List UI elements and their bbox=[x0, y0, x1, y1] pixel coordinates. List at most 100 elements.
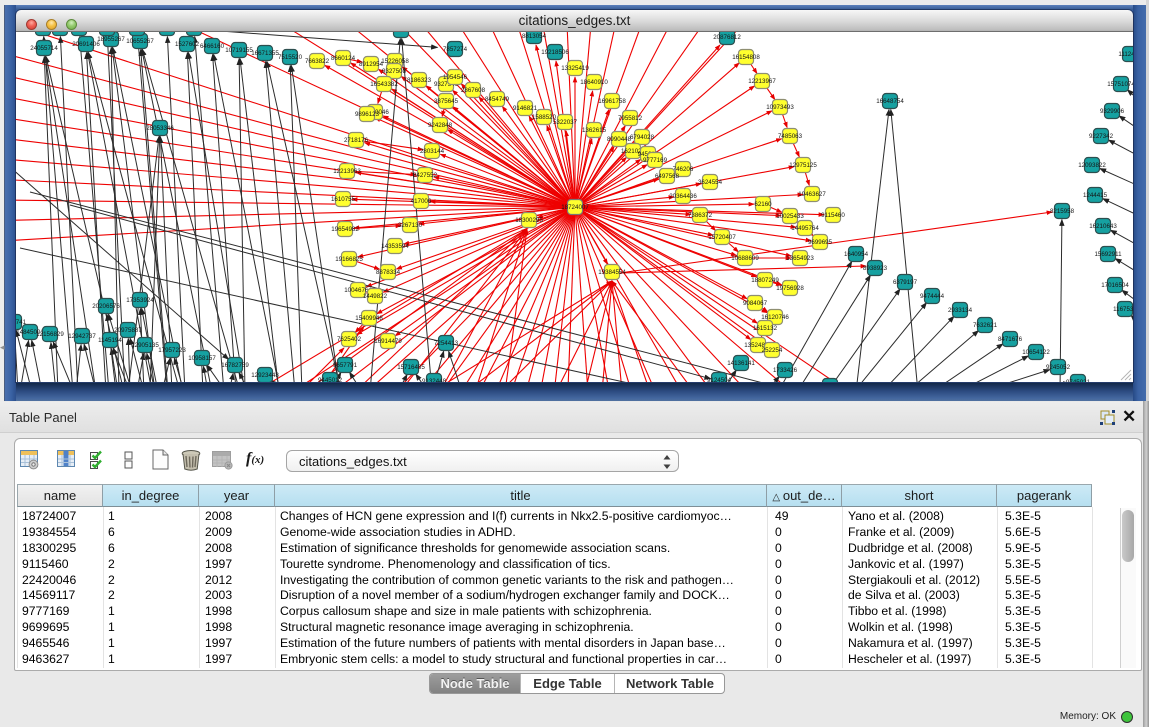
svg-text:16053809: 16053809 bbox=[387, 32, 415, 34]
svg-text:12093822: 12093822 bbox=[1078, 162, 1106, 169]
svg-text:16671355: 16671355 bbox=[251, 50, 279, 57]
svg-text:9245052: 9245052 bbox=[1046, 364, 1071, 371]
svg-text:2803144: 2803144 bbox=[420, 148, 445, 155]
svg-text:9327508: 9327508 bbox=[382, 68, 407, 75]
svg-text:1112453: 1112453 bbox=[1118, 51, 1133, 58]
svg-text:10719155: 10719155 bbox=[225, 47, 253, 54]
svg-text:9657791: 9657791 bbox=[333, 362, 358, 369]
svg-text:1733426: 1733426 bbox=[773, 367, 798, 374]
svg-text:18955267: 18955267 bbox=[97, 36, 125, 43]
svg-text:1615132: 1615132 bbox=[753, 325, 778, 332]
svg-text:8454749: 8454749 bbox=[485, 96, 510, 103]
svg-text:18807249: 18807249 bbox=[751, 277, 779, 284]
svg-text:10654122: 10654122 bbox=[1022, 349, 1050, 356]
svg-text:16210643: 16210643 bbox=[1089, 223, 1117, 230]
svg-text:8215958: 8215958 bbox=[1050, 208, 1075, 215]
svg-text:9242848: 9242848 bbox=[428, 122, 453, 129]
svg-text:7485063: 7485063 bbox=[778, 133, 803, 140]
svg-text:8427552: 8427552 bbox=[413, 172, 438, 179]
svg-text:14353594: 14353594 bbox=[381, 243, 409, 250]
svg-text:9132448: 9132448 bbox=[422, 378, 447, 382]
svg-text:62160: 62160 bbox=[754, 201, 772, 208]
svg-text:7857274: 7857274 bbox=[443, 46, 468, 53]
svg-text:1362615: 1362615 bbox=[582, 127, 607, 134]
svg-text:18300295: 18300295 bbox=[515, 217, 543, 224]
svg-text:6379197: 6379197 bbox=[893, 279, 918, 286]
svg-text:20206576: 20206576 bbox=[92, 303, 120, 310]
svg-text:19463627: 19463627 bbox=[798, 191, 826, 198]
svg-text:14136141: 14136141 bbox=[727, 360, 755, 367]
svg-text:15720407: 15720407 bbox=[708, 234, 736, 241]
svg-text:18724007: 18724007 bbox=[561, 204, 589, 211]
svg-text:15716485: 15716485 bbox=[397, 364, 425, 371]
svg-text:19756928: 19756928 bbox=[776, 285, 804, 292]
svg-text:12213963: 12213963 bbox=[333, 168, 361, 175]
svg-text:9896123: 9896123 bbox=[355, 111, 380, 118]
svg-text:18640910: 18640910 bbox=[580, 79, 608, 86]
svg-text:1145194: 1145194 bbox=[98, 337, 122, 344]
svg-text:1244415: 1244415 bbox=[1083, 192, 1108, 199]
svg-text:16648754: 16648754 bbox=[876, 98, 904, 105]
svg-text:6466160: 6466160 bbox=[200, 43, 225, 50]
svg-text:14495764: 14495764 bbox=[791, 225, 819, 232]
svg-text:9329906: 9329906 bbox=[1100, 108, 1125, 115]
svg-text:2867608: 2867608 bbox=[461, 87, 486, 94]
svg-text:8878334: 8878334 bbox=[376, 269, 401, 276]
svg-text:28053346: 28053346 bbox=[146, 125, 174, 132]
svg-text:10655267: 10655267 bbox=[126, 38, 154, 45]
svg-text:1167534: 1167534 bbox=[1113, 306, 1133, 313]
svg-text:20975887: 20975887 bbox=[114, 327, 142, 334]
svg-text:1449822: 1449822 bbox=[363, 293, 388, 300]
svg-text:7955812: 7955812 bbox=[618, 115, 643, 122]
svg-text:7515520: 7515520 bbox=[278, 54, 303, 61]
svg-text:1640954: 1640954 bbox=[844, 251, 869, 258]
svg-text:7254413: 7254413 bbox=[434, 340, 459, 347]
svg-text:15692911: 15692911 bbox=[1094, 251, 1122, 258]
svg-text:9445012: 9445012 bbox=[318, 377, 343, 382]
svg-text:9474444: 9474444 bbox=[920, 293, 945, 300]
svg-text:19218506: 19218506 bbox=[541, 49, 569, 56]
svg-text:19166825: 19166825 bbox=[335, 256, 363, 263]
svg-text:8813054: 8813054 bbox=[522, 33, 547, 40]
svg-text:17016504: 17016504 bbox=[1101, 282, 1129, 289]
svg-text:10958157: 10958157 bbox=[188, 355, 216, 362]
svg-text:10973493: 10973493 bbox=[766, 104, 794, 111]
svg-text:7632621: 7632621 bbox=[973, 322, 998, 329]
svg-text:12942737: 12942737 bbox=[68, 333, 96, 340]
svg-text:20691406: 20691406 bbox=[72, 41, 100, 48]
svg-text:17957223: 17957223 bbox=[158, 347, 186, 354]
svg-text:1610755: 1610755 bbox=[331, 196, 356, 203]
svg-text:8660124: 8660124 bbox=[331, 55, 356, 62]
svg-text:16154808: 16154808 bbox=[732, 54, 760, 61]
svg-text:8186323: 8186323 bbox=[407, 77, 432, 84]
svg-text:9777169: 9777169 bbox=[643, 157, 668, 164]
svg-text:9146821: 9146821 bbox=[513, 105, 538, 112]
svg-text:8938923: 8938923 bbox=[863, 265, 888, 272]
svg-text:9745021: 9745021 bbox=[1066, 379, 1091, 382]
svg-text:10688609: 10688609 bbox=[731, 255, 759, 262]
svg-text:6497568: 6497568 bbox=[655, 173, 680, 180]
svg-text:15751074: 15751074 bbox=[1107, 81, 1133, 88]
svg-text:12975125: 12975125 bbox=[789, 162, 817, 169]
svg-text:17353924: 17353924 bbox=[126, 297, 154, 304]
svg-text:12923448: 12923448 bbox=[251, 372, 279, 379]
svg-text:16543382: 16543382 bbox=[370, 81, 398, 88]
svg-text:24055714: 24055714 bbox=[30, 45, 58, 52]
svg-text:20364436: 20364436 bbox=[669, 193, 697, 200]
svg-text:3267130: 3267130 bbox=[398, 222, 423, 229]
svg-text:2718176: 2718176 bbox=[344, 137, 369, 144]
svg-text:1954546: 1954546 bbox=[443, 74, 468, 81]
svg-text:1527602: 1527602 bbox=[175, 41, 200, 48]
svg-text:15409948: 15409948 bbox=[355, 315, 383, 322]
svg-text:9227342: 9227342 bbox=[1089, 133, 1114, 140]
svg-text:10025433: 10025433 bbox=[776, 213, 804, 220]
svg-text:13654923: 13654923 bbox=[786, 255, 814, 262]
svg-text:16914479: 16914479 bbox=[374, 338, 402, 345]
svg-text:7386372: 7386372 bbox=[688, 212, 713, 219]
svg-text:9115460: 9115460 bbox=[821, 212, 845, 219]
svg-text:9699695: 9699695 bbox=[808, 239, 833, 246]
svg-text:7625402: 7625402 bbox=[337, 336, 362, 343]
svg-text:252254: 252254 bbox=[762, 347, 783, 354]
svg-text:12905135: 12905135 bbox=[131, 342, 159, 349]
svg-text:8912954: 8912954 bbox=[359, 61, 384, 68]
